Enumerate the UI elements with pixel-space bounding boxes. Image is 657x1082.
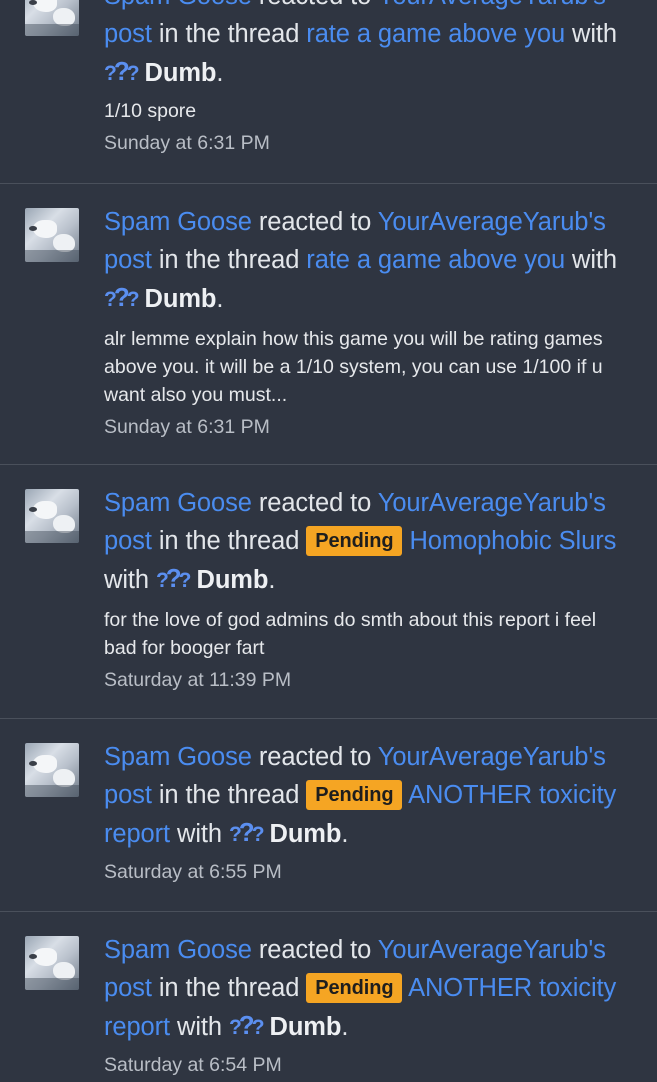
pending-badge: Pending [306,779,403,810]
reaction-name: Dumb [196,566,269,594]
user-link[interactable]: Spam Goose [104,743,252,771]
period: . [216,285,224,313]
post-link[interactable]: post [104,246,152,274]
reaction-name: Dumb [269,1013,342,1041]
action-text: reacted to [258,489,372,517]
post-link[interactable]: post [104,974,152,1002]
action-text: reacted to [258,743,372,771]
question-marks-icon: ??? [228,1010,265,1040]
question-marks-icon: ??? [228,817,265,847]
alert-headline: Spam Goose reacted to YourAverageYarub's… [104,485,633,600]
avatar[interactable] [25,489,79,543]
avatar[interactable] [25,743,79,797]
target-user-link[interactable]: YourAverageYarub's [378,0,606,10]
post-link[interactable]: post [104,527,152,555]
user-link[interactable]: Spam Goose [104,208,252,236]
alert-snippet: 1/10 spore [104,99,197,122]
user-link[interactable]: Spam Goose [104,0,252,10]
reaction-name: Dumb [144,59,217,87]
alert-time: Saturday at 11:39 PM [104,668,292,691]
in-thread-text: in the thread [158,19,300,48]
in-thread-text: in the thread [158,526,300,555]
target-user-link[interactable]: YourAverageYarub's [378,489,606,517]
alert-item[interactable]: Spam Goose reacted to YourAverageYarub's… [0,465,657,719]
period: . [216,59,224,87]
avatar[interactable] [25,0,79,36]
with-text: with [572,245,617,274]
alert-headline: Spam Goose reacted to YourAverageYarub's… [104,932,633,1047]
period: . [341,1013,349,1041]
period: . [341,820,349,848]
alert-item[interactable]: Spam Goose reacted to YourAverageYarub's… [0,912,657,1082]
thread-link[interactable]: rate a game above you [306,246,565,274]
reaction-name: Dumb [144,285,217,313]
alert-item[interactable]: Spam Goose reacted to YourAverageYarub's… [0,0,657,184]
in-thread-text: in the thread [158,780,300,809]
question-marks-icon: ??? [155,563,192,593]
target-user-link[interactable]: YourAverageYarub's [378,936,606,964]
in-thread-text: in the thread [158,245,300,274]
action-text: reacted to [258,208,372,236]
alert-time: Saturday at 6:55 PM [104,860,282,883]
thread-link[interactable]: rate a game above you [306,20,565,48]
period: . [268,566,276,594]
with-text: with [572,19,617,48]
alert-headline: Spam Goose reacted to YourAverageYarub's… [104,0,633,93]
alert-item[interactable]: Spam Goose reacted to YourAverageYarub's… [0,719,657,912]
with-text: with [104,566,149,594]
post-link[interactable]: post [104,20,152,48]
question-marks-icon: ??? [104,56,140,86]
pending-badge: Pending [306,972,403,1003]
avatar[interactable] [25,936,79,990]
with-text: with [177,1013,222,1041]
alert-time: Saturday at 6:54 PM [104,1053,282,1076]
with-text: with [177,820,222,848]
target-user-link[interactable]: YourAverageYarub's [378,743,606,771]
post-link[interactable]: post [104,781,152,809]
thread-link[interactable]: Homophobic Slurs [409,527,616,555]
in-thread-text: in the thread [158,973,300,1002]
alert-item[interactable]: Spam Goose reacted to YourAverageYarub's… [0,184,657,465]
alert-time: Sunday at 6:31 PM [104,131,270,154]
user-link[interactable]: Spam Goose [104,936,252,964]
alert-snippet: alr lemme explain how this game you will… [104,327,603,406]
alerts-feed: Spam Goose reacted to YourAverageYarub's… [0,0,657,1082]
pending-badge: Pending [306,525,403,556]
alert-snippet: for the love of god admins do smth about… [104,608,597,659]
alert-headline: Spam Goose reacted to YourAverageYarub's… [104,739,633,854]
avatar[interactable] [25,208,79,262]
target-user-link[interactable]: YourAverageYarub's [378,208,606,236]
alert-headline: Spam Goose reacted to YourAverageYarub's… [104,204,633,319]
action-text: reacted to [259,0,372,10]
alert-time: Sunday at 6:31 PM [104,415,270,438]
user-link[interactable]: Spam Goose [104,489,252,517]
reaction-name: Dumb [269,820,342,848]
action-text: reacted to [258,936,372,964]
question-marks-icon: ??? [104,282,140,312]
